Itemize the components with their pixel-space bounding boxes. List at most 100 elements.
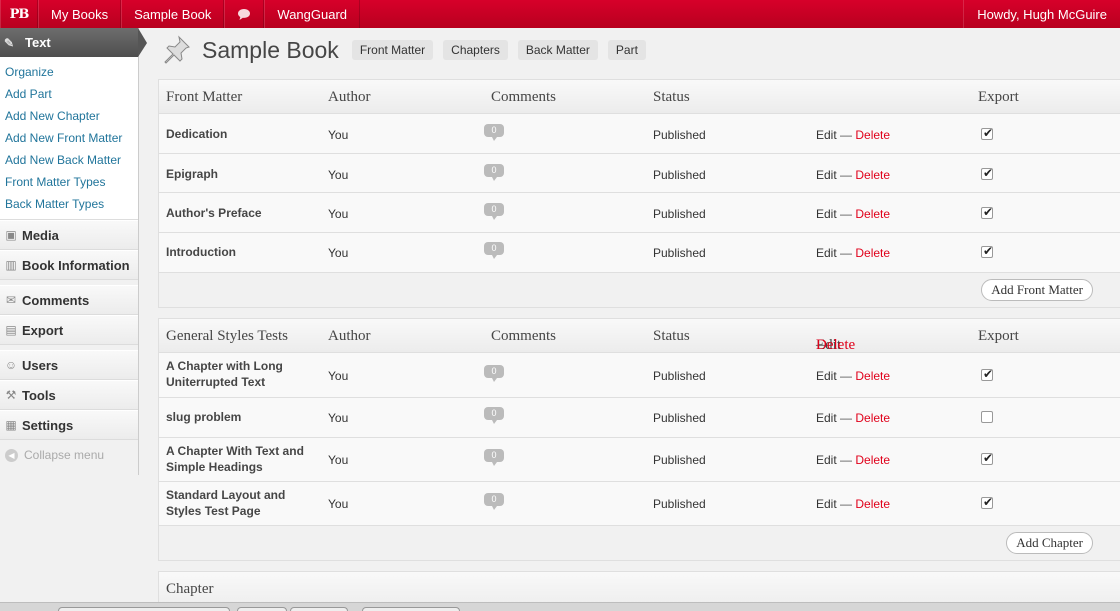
add-chapter-button[interactable]: Add Chapter	[1006, 532, 1093, 554]
menu-settings[interactable]: ▦ Settings	[0, 410, 138, 440]
menu-text-current[interactable]: ✎ Text	[0, 28, 147, 57]
submenu-organize[interactable]: Organize	[0, 61, 138, 83]
comment-count-bubble[interactable]: 0	[484, 124, 504, 141]
edit-link[interactable]: Edit	[816, 453, 837, 467]
table-row: A Chapter With Text and Simple Headings …	[159, 438, 1120, 482]
menu-tools[interactable]: ⚒ Tools	[0, 380, 138, 410]
submenu-add-new-back-matter[interactable]: Add New Back Matter	[0, 149, 138, 171]
delete-link[interactable]: Delete	[855, 168, 890, 182]
tab-part[interactable]: Part	[607, 40, 646, 60]
delete-link[interactable]: Delete	[855, 453, 890, 467]
export-checkbox[interactable]	[981, 367, 993, 381]
comment-count-bubble[interactable]: 0	[484, 203, 504, 220]
row-author: You	[328, 453, 349, 467]
edit-link[interactable]: Edit	[816, 411, 837, 425]
menu-comments[interactable]: ✉ Comments	[0, 285, 138, 315]
comments-bubble-icon[interactable]	[224, 0, 265, 28]
comment-count-bubble[interactable]: 0	[484, 407, 504, 424]
row-title[interactable]: A Chapter With Text and Simple Headings	[166, 443, 316, 475]
edit-link[interactable]: Edit	[816, 128, 837, 142]
tab-back-matter[interactable]: Back Matter	[517, 40, 598, 60]
menu-users[interactable]: ☺ Users	[0, 350, 138, 380]
tab-front-matter[interactable]: Front Matter	[351, 40, 434, 60]
menu-users-label: Users	[22, 357, 59, 373]
submenu-front-matter-types[interactable]: Front Matter Types	[0, 171, 138, 193]
row-title[interactable]: A Chapter with Long Uniterrupted Text	[166, 358, 316, 390]
submenu-add-new-front-matter[interactable]: Add New Front Matter	[0, 127, 138, 149]
export-checkbox[interactable]	[981, 126, 993, 140]
comment-count-bubble[interactable]: 0	[484, 365, 504, 382]
row-status: Published	[653, 168, 706, 182]
delete-link[interactable]: Delete	[855, 497, 890, 511]
bottom-tab[interactable]	[290, 607, 348, 611]
submenu-add-part[interactable]: Add Part	[0, 83, 138, 105]
export-checkbox[interactable]	[981, 244, 993, 258]
tab-chapters[interactable]: Chapters	[443, 40, 508, 60]
export-checkbox[interactable]	[981, 495, 993, 509]
wangguard-link[interactable]: WangGuard	[264, 0, 361, 28]
row-title[interactable]: Epigraph	[166, 166, 316, 182]
comment-count-bubble[interactable]: 0	[484, 493, 504, 510]
delete-link[interactable]: Delete	[855, 207, 890, 221]
row-title[interactable]: Author's Preface	[166, 205, 316, 221]
comment-count-bubble[interactable]: 0	[484, 449, 504, 466]
menu-export-label: Export	[22, 322, 64, 338]
menu-media[interactable]: ▣ Media	[0, 220, 138, 250]
column-comments: Comments	[491, 89, 557, 105]
export-checkbox[interactable]	[981, 451, 993, 465]
chapters-table: General Styles Tests Author Comments Sta…	[158, 318, 1120, 561]
howdy-user-menu[interactable]: Howdy, Hugh McGuire	[963, 0, 1120, 28]
row-author: You	[328, 207, 349, 221]
row-author: You	[328, 497, 349, 511]
column-title: Front Matter	[166, 89, 243, 105]
edit-link[interactable]: Edit	[816, 207, 837, 221]
column-part-title: Chapter	[166, 581, 214, 597]
row-title[interactable]: Introduction	[166, 244, 316, 260]
comment-count-bubble[interactable]: 0	[484, 242, 504, 259]
my-books-link[interactable]: My Books	[38, 0, 122, 28]
delete-link[interactable]: Delete	[855, 246, 890, 260]
collapse-menu-button[interactable]: ◀ Collapse menu	[0, 440, 138, 470]
edit-link[interactable]: Edit	[816, 168, 837, 182]
row-actions: Edit — Delete	[816, 207, 890, 221]
comments-icon: ✉	[5, 293, 17, 307]
row-title[interactable]: Dedication	[166, 126, 316, 142]
tools-icon: ⚒	[5, 388, 17, 402]
menu-export[interactable]: ▤ Export	[0, 315, 138, 345]
row-author: You	[328, 128, 349, 142]
export-checkbox[interactable]	[981, 411, 993, 423]
column-comments: Comments	[491, 328, 557, 344]
bottom-tab[interactable]	[58, 607, 230, 611]
edit-link[interactable]: Edit	[816, 369, 837, 383]
comment-count-bubble[interactable]: 0	[484, 164, 504, 181]
delete-link[interactable]: Delete	[855, 411, 890, 425]
delete-link[interactable]: Delete	[855, 369, 890, 383]
menu-book-information[interactable]: ▥ Book Information	[0, 250, 138, 280]
row-actions: Edit — Delete	[816, 411, 890, 425]
edit-link[interactable]: Edit	[816, 497, 837, 511]
pushpin-icon: ✎	[4, 35, 15, 50]
submenu-add-new-chapter[interactable]: Add New Chapter	[0, 105, 138, 127]
row-title[interactable]: slug problem	[166, 409, 316, 425]
action-separator: —	[840, 246, 853, 260]
sample-book-link[interactable]: Sample Book	[121, 0, 225, 28]
action-separator: —	[840, 369, 853, 383]
export-checkbox[interactable]	[981, 166, 993, 180]
bottom-tab[interactable]	[362, 607, 460, 611]
submenu-back-matter-types[interactable]: Back Matter Types	[0, 193, 138, 215]
delete-part-link[interactable]: Delete	[816, 337, 855, 354]
bottom-tab[interactable]	[237, 607, 287, 611]
page-header: Sample Book Front Matter Chapters Back M…	[160, 34, 656, 66]
table-row: Dedication You 0 Published Edit — Delete	[159, 114, 1120, 154]
add-front-matter-button[interactable]: Add Front Matter	[981, 279, 1093, 301]
row-title[interactable]: Standard Layout and Styles Test Page	[166, 487, 316, 519]
row-status: Published	[653, 128, 706, 142]
column-status: Status	[653, 89, 690, 105]
export-checkbox[interactable]	[981, 205, 993, 219]
delete-link[interactable]: Delete	[855, 128, 890, 142]
row-actions: Edit — Delete	[816, 168, 890, 182]
row-status: Published	[653, 411, 706, 425]
edit-link[interactable]: Edit	[816, 246, 837, 260]
settings-icon: ▦	[5, 418, 17, 432]
pressbooks-logo[interactable]: PB	[0, 0, 38, 28]
